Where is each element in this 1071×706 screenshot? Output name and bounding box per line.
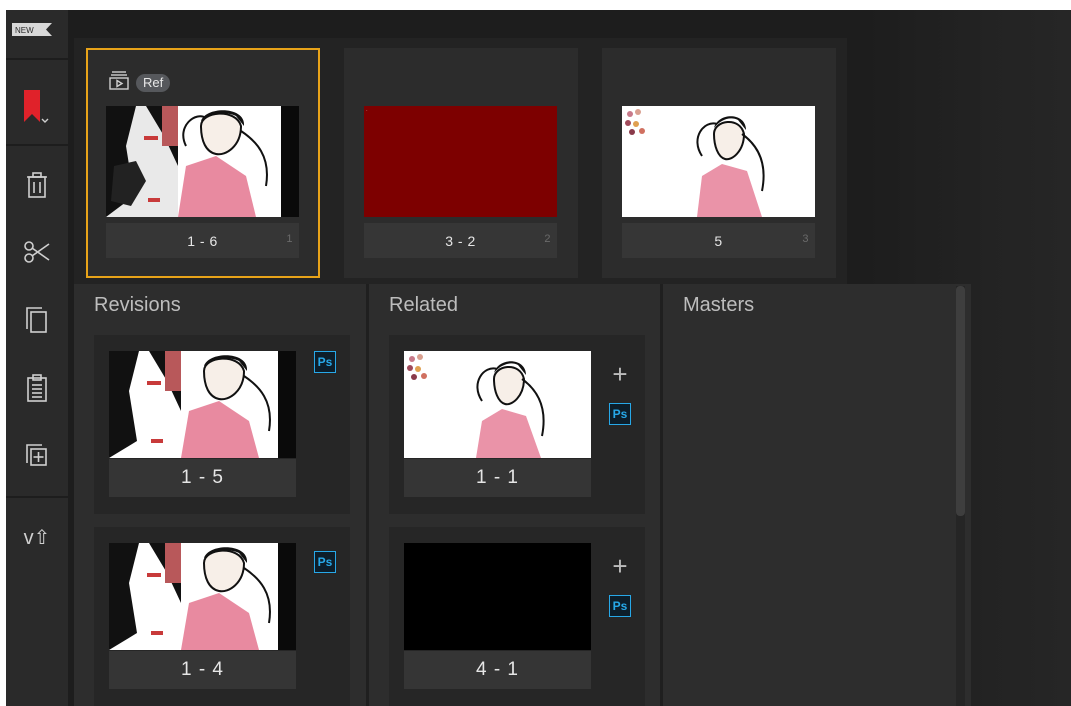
photoshop-icon[interactable]: Ps xyxy=(609,595,631,617)
clip-card[interactable]: 5 3 xyxy=(602,48,836,278)
photoshop-icon[interactable]: Ps xyxy=(314,351,336,373)
trash-icon xyxy=(24,171,50,204)
bookmark-button[interactable] xyxy=(6,80,68,140)
related-label: 4 - 1 xyxy=(404,651,591,689)
toolbar-divider xyxy=(6,58,68,60)
clip-media-icon xyxy=(108,70,130,95)
copy-button[interactable] xyxy=(6,300,68,344)
revision-card[interactable]: 1 - 5 Ps xyxy=(94,335,350,514)
version-up-button[interactable]: v⇧ xyxy=(6,515,68,559)
clip-card[interactable]: · 3 - 2 2 xyxy=(344,48,578,278)
panel-title: Masters xyxy=(683,294,755,316)
duplicate-button[interactable] xyxy=(6,435,68,479)
detail-panels: Revisions 1 - 5 Ps 1 - 4 Ps Related 1 - … xyxy=(74,284,971,706)
clip-label: 5 3 xyxy=(622,223,815,258)
related-panel: Related 1 - 1 + Ps 4 - 1 + Ps xyxy=(369,284,660,706)
svg-text:NEW: NEW xyxy=(15,26,34,35)
toolbar-divider xyxy=(6,496,68,498)
version-up-icon: v⇧ xyxy=(23,526,51,549)
clip-thumbnail xyxy=(106,106,299,217)
toolbar-divider xyxy=(6,144,68,146)
new-badge: NEW xyxy=(12,23,52,36)
clipboard-icon xyxy=(25,373,49,408)
ref-indicator: Ref xyxy=(108,70,171,95)
cut-button[interactable] xyxy=(6,232,68,276)
duplicate-add-icon xyxy=(24,441,50,474)
revision-card[interactable]: 1 - 4 Ps xyxy=(94,527,350,706)
scissors-icon xyxy=(23,239,51,270)
delete-button[interactable] xyxy=(6,165,68,209)
scrollbar-thumb[interactable] xyxy=(956,286,965,516)
revision-thumbnail xyxy=(109,351,296,458)
app-window: NEW v⇧ Ref 1 - 6 1 · 3 - 2 2 5 3 Revisio… xyxy=(6,10,1071,706)
add-icon[interactable]: + xyxy=(610,361,630,387)
photoshop-icon[interactable]: Ps xyxy=(314,551,336,573)
related-thumbnail xyxy=(404,351,591,458)
clip-thumbnail: · xyxy=(364,106,557,217)
ref-badge: Ref xyxy=(136,73,171,92)
copy-icon xyxy=(24,305,50,340)
panel-title: Related xyxy=(389,294,458,316)
left-toolbar: NEW v⇧ xyxy=(6,10,68,706)
clip-index: 3 xyxy=(802,233,809,245)
related-card[interactable]: 4 - 1 + Ps xyxy=(389,527,645,706)
panel-title: Revisions xyxy=(94,294,181,316)
revision-thumbnail xyxy=(109,543,296,650)
clip-index: 2 xyxy=(544,233,551,245)
clip-index: 1 xyxy=(286,233,293,245)
related-thumbnail xyxy=(404,543,591,650)
clip-card-selected[interactable]: Ref 1 - 6 1 xyxy=(86,48,320,278)
clip-strip: Ref 1 - 6 1 · 3 - 2 2 5 3 xyxy=(74,38,847,290)
clip-label: 1 - 6 1 xyxy=(106,223,299,258)
revision-label: 1 - 5 xyxy=(109,459,296,497)
revision-label: 1 - 4 xyxy=(109,651,296,689)
clip-thumbnail xyxy=(622,106,815,217)
clip-label: 3 - 2 2 xyxy=(364,223,557,258)
revisions-panel: Revisions 1 - 5 Ps 1 - 4 Ps xyxy=(74,284,366,706)
add-icon[interactable]: + xyxy=(610,553,630,579)
masters-panel: Masters xyxy=(663,284,971,706)
photoshop-icon[interactable]: Ps xyxy=(609,403,631,425)
paste-button[interactable] xyxy=(6,368,68,412)
related-card[interactable]: 1 - 1 + Ps xyxy=(389,335,645,514)
bookmark-icon xyxy=(22,88,52,133)
related-label: 1 - 1 xyxy=(404,459,591,497)
